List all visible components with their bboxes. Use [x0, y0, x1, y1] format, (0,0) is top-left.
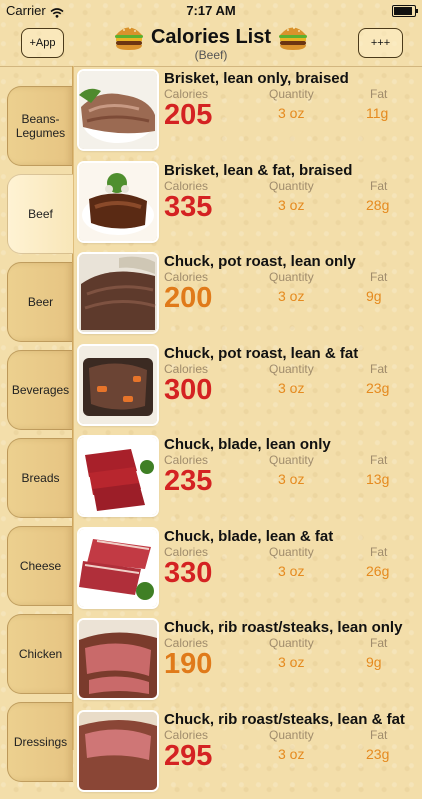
food-thumbnail [79, 620, 157, 698]
food-row[interactable]: Chuck, blade, lean & fat Calories Quantity… [74, 524, 422, 616]
quantity-label: Quantity [269, 636, 314, 650]
fat-value: 13g [366, 471, 390, 487]
nav-bar: +App Calories List (Beef) +++ [0, 20, 422, 67]
food-thumbnail [79, 254, 157, 332]
tab-beef[interactable]: Beef [7, 174, 73, 254]
calories-value: 335 [164, 190, 213, 223]
fat-label: Fat [370, 87, 388, 101]
fat-value: 11g [366, 105, 389, 121]
quantity-label: Quantity [269, 453, 314, 467]
tab-label: Breads [21, 471, 60, 485]
fat-label: Fat [370, 361, 388, 376]
fat-label: Fat [370, 636, 388, 650]
quantity-value: 3 oz [278, 196, 305, 213]
tab-beer[interactable]: Beer [7, 262, 73, 342]
fat-value: 23g [366, 745, 390, 762]
quantity-label: Quantity [269, 361, 314, 376]
fat-value: 26g [366, 562, 390, 579]
food-row[interactable]: Chuck, pot roast, lean only Calories Quant… [74, 249, 422, 341]
tab-label: Beef [28, 207, 53, 221]
food-name: Brisket, lean & fat, braised [164, 161, 353, 179]
food-name: Chuck, blade, lean only [164, 436, 331, 453]
quantity-value: 3 oz [278, 105, 305, 121]
fat-value: 9g [366, 654, 382, 670]
fat-value: 23g [366, 379, 390, 396]
tab-cheese[interactable]: Cheese [7, 526, 73, 606]
tab-chicken[interactable]: Chicken [7, 614, 73, 694]
tab-beans-legumes[interactable]: Beans- Legumes [7, 86, 73, 166]
food-thumbnail [79, 71, 157, 149]
food-row[interactable]: Brisket, lean & fat, braised Calories Quan… [74, 158, 422, 250]
calories-value: 235 [164, 465, 213, 497]
fat-label: Fat [370, 178, 388, 193]
food-name: Chuck, pot roast, lean only [164, 253, 356, 270]
food-thumbnail [79, 162, 157, 241]
food-thumbnail [79, 345, 157, 424]
fat-label: Fat [370, 453, 388, 467]
tab-label: Dressings [13, 735, 68, 749]
battery-fill [394, 7, 412, 15]
tab-breads[interactable]: Breads [7, 438, 73, 518]
food-thumbnail [79, 528, 157, 607]
quantity-value: 3 oz [278, 654, 305, 670]
fat-label: Fat [370, 544, 388, 559]
tab-label: Cheese [19, 559, 62, 573]
quantity-value: 3 oz [278, 471, 305, 487]
quantity-label: Quantity [269, 544, 314, 559]
fat-label: Fat [370, 270, 388, 284]
category-tabs: Beans- Legumes Beef Beer Beverages Breads Che… [0, 66, 73, 782]
page-title: Calories List [150, 25, 272, 48]
food-name: Chuck, pot roast, lean & fat [164, 344, 359, 362]
food-row[interactable]: Chuck, blade, lean only Calories Quantity F… [74, 432, 422, 524]
food-list: Brisket, lean only, braised Calories Quant… [74, 66, 422, 790]
quantity-value: 3 oz [278, 562, 305, 579]
quantity-value: 3 oz [278, 379, 305, 396]
tab-label: Beans- Legumes [15, 112, 66, 140]
calories-value: 200 [164, 282, 213, 314]
quantity-label: Quantity [269, 178, 314, 193]
tab-label: Beer [27, 295, 54, 309]
tab-beverages[interactable]: Beverages [7, 350, 73, 430]
calories-value: 330 [164, 556, 213, 589]
fat-value: 28g [366, 196, 390, 213]
quantity-label: Quantity [269, 727, 314, 742]
calories-value: 295 [164, 739, 213, 772]
food-row[interactable]: Chuck, rib roast/steaks, lean only Calori… [74, 615, 422, 707]
food-thumbnail [79, 711, 157, 790]
tab-label: Beverages [11, 383, 70, 397]
quantity-label: Quantity [269, 270, 314, 284]
food-thumbnail [79, 437, 157, 515]
tab-label: Chicken [18, 647, 63, 661]
fat-label: Fat [370, 727, 388, 742]
fat-value: 9g [366, 288, 382, 304]
food-row[interactable]: Chuck, rib roast/steaks, lean & fat Calor… [74, 707, 422, 799]
food-name: Chuck, rib roast/steaks, lean & fat [164, 710, 405, 728]
calories-value: 300 [164, 373, 213, 406]
more-button[interactable]: +++ [358, 28, 403, 58]
calories-value: 205 [164, 99, 213, 131]
quantity-label: Quantity [269, 87, 314, 101]
battery-icon [392, 5, 418, 17]
food-row[interactable]: Brisket, lean only, braised Calories Quant… [74, 66, 422, 158]
status-bar: Carrier 7:17 AM [0, 0, 422, 20]
food-name: Chuck, rib roast/steaks, lean only [164, 619, 403, 636]
quantity-value: 3 oz [278, 288, 305, 304]
food-name: Brisket, lean only, braised [164, 70, 349, 87]
tab-dressings[interactable]: Dressings [7, 702, 73, 782]
status-time: 7:17 AM [186, 3, 236, 18]
quantity-value: 3 oz [278, 745, 305, 762]
food-name: Chuck, blade, lean & fat [164, 527, 334, 545]
calories-value: 190 [164, 648, 213, 680]
food-row[interactable]: Chuck, pot roast, lean & fat Calories Quan… [74, 341, 422, 433]
